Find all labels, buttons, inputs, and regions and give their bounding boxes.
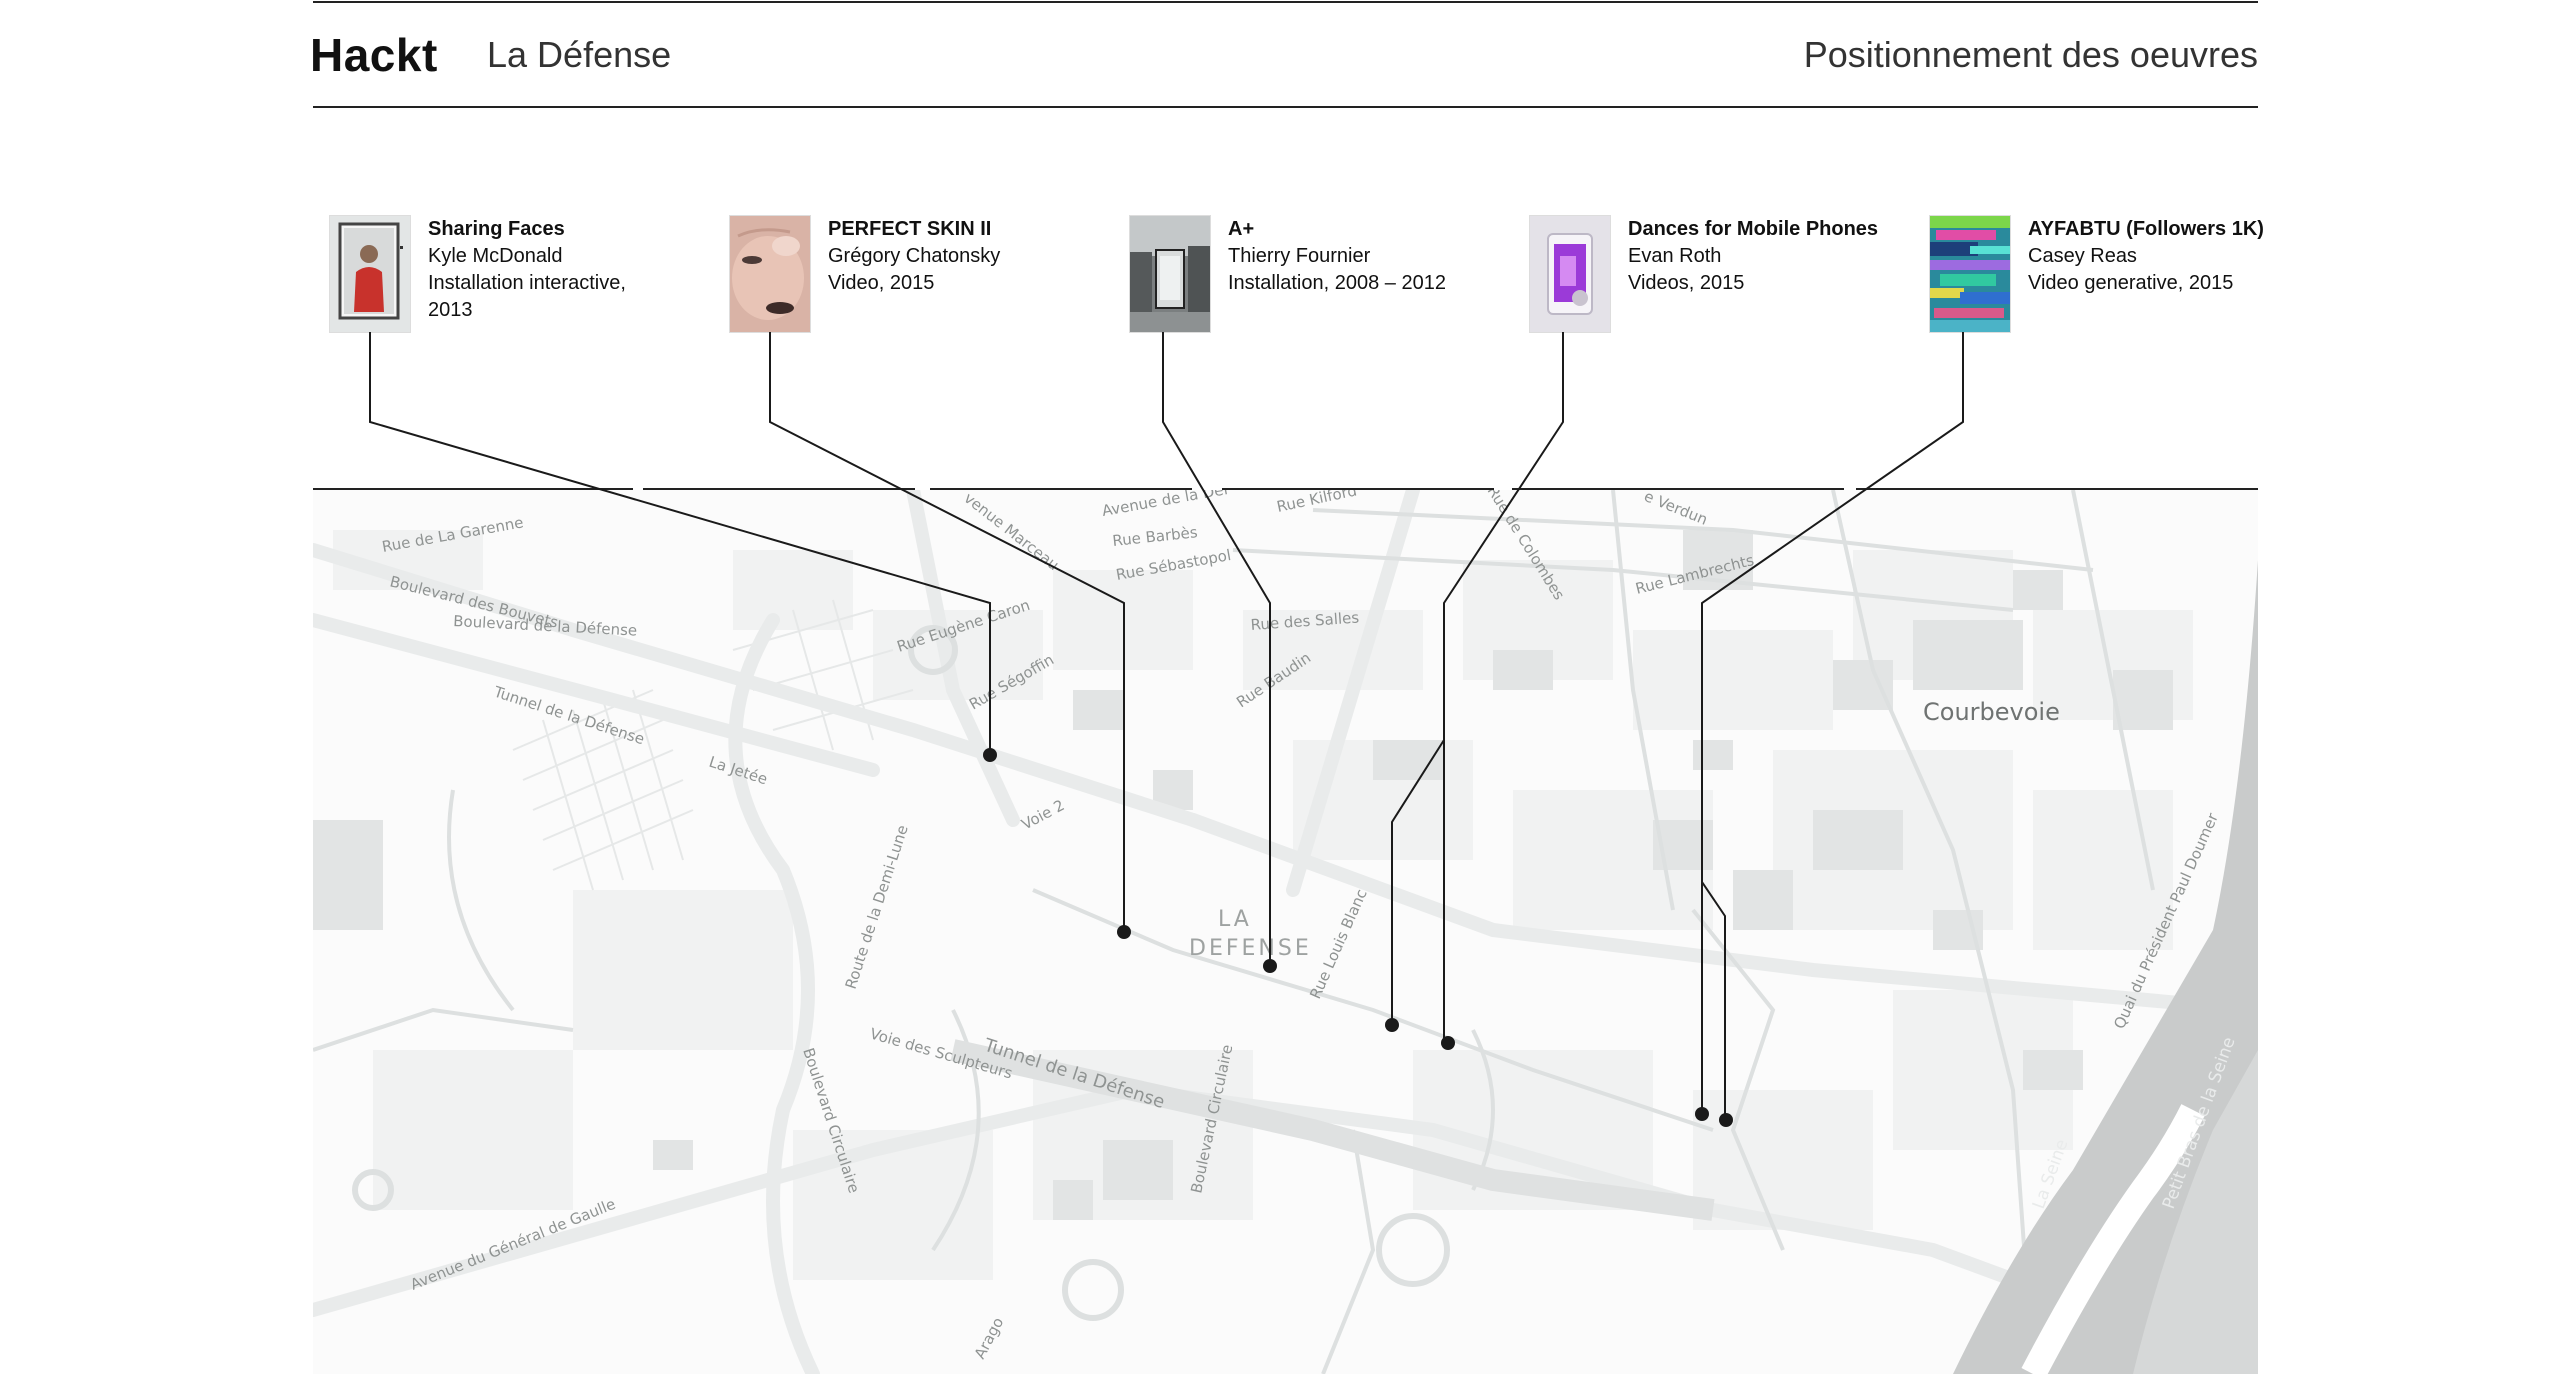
street-label: Boulevard de la Défense xyxy=(453,612,638,640)
artwork-title[interactable]: Sharing Faces xyxy=(428,216,728,243)
artwork-info: Sharing Faces Kyle McDonald Installation… xyxy=(428,216,728,324)
street-label: Arago xyxy=(971,1314,1008,1362)
map[interactable]: Rue de La Garenne Boulevard des Bouvets … xyxy=(313,490,2258,1374)
artwork-medium: Videos, 2015 xyxy=(1628,272,1745,294)
artwork-thumbnail[interactable] xyxy=(1930,216,2010,332)
artwork-medium: Video generative, 2015 xyxy=(2028,272,2234,294)
artwork-medium: Video, 2015 xyxy=(828,272,935,294)
artwork-thumbnail[interactable] xyxy=(1130,216,1210,332)
map-canvas[interactable]: Rue de La Garenne Boulevard des Bouvets … xyxy=(313,490,2258,1374)
artwork-info: A+ Thierry Fournier Installation, 2008 –… xyxy=(1228,216,1528,297)
artwork-medium: Installation, 2008 – 2012 xyxy=(1228,272,1446,294)
street-label: venue Marceau xyxy=(961,490,1063,574)
location-title: La Défense xyxy=(487,34,672,75)
street-label: Avenue de la Déf xyxy=(1101,490,1231,520)
artwork-info: PERFECT SKIN II Grégory Chatonsky Video,… xyxy=(828,216,1128,297)
street-label: Route de la Demi-Lune xyxy=(842,823,912,991)
district-label: DEFENSE xyxy=(1189,936,1312,961)
brand-logo[interactable]: Hackt xyxy=(310,28,438,82)
artwork-title[interactable]: Dances for Mobile Phones xyxy=(1628,216,1928,243)
district-label: LA xyxy=(1218,907,1252,932)
header-divider xyxy=(313,106,2258,108)
section-title: Positionnement des oeuvres xyxy=(1803,34,2258,75)
artwork-card-sharing-faces[interactable]: Sharing Faces Kyle McDonald Installation… xyxy=(330,216,710,336)
artwork-info: AYFABTU (Followers 1K) Casey Reas Video … xyxy=(2028,216,2328,297)
street-label: Rue Barbès xyxy=(1112,523,1199,550)
city-label: Courbevoie xyxy=(1923,698,2060,726)
street-label: Voie 2 xyxy=(1018,796,1067,833)
page: Hackt La Défense Positionnement des oeuv… xyxy=(0,0,2560,1374)
artwork-card-a-plus[interactable]: A+ Thierry Fournier Installation, 2008 –… xyxy=(1130,216,1510,336)
street-label: Rue Louis Blanc xyxy=(1306,886,1371,1001)
artwork-title[interactable]: A+ xyxy=(1228,216,1528,243)
artwork-artist: Grégory Chatonsky xyxy=(828,245,1001,267)
artwork-artist: Casey Reas xyxy=(2028,245,2137,267)
artwork-year: 2013 xyxy=(428,299,473,321)
artwork-card-dances-mobile[interactable]: Dances for Mobile Phones Evan Roth Video… xyxy=(1530,216,1910,336)
artwork-thumbnail[interactable] xyxy=(1530,216,1610,332)
artwork-info: Dances for Mobile Phones Evan Roth Video… xyxy=(1628,216,1928,297)
artwork-medium: Installation interactive, xyxy=(428,272,626,294)
artwork-card-ayfabtu[interactable]: AYFABTU (Followers 1K) Casey Reas Video … xyxy=(1930,216,2310,336)
artwork-artist: Evan Roth xyxy=(1628,245,1722,267)
artwork-artist: Kyle McDonald xyxy=(428,245,563,267)
artwork-artist: Thierry Fournier xyxy=(1228,245,1371,267)
artwork-thumbnail[interactable] xyxy=(730,216,810,332)
artwork-title[interactable]: AYFABTU (Followers 1K) xyxy=(2028,216,2328,243)
artwork-title[interactable]: PERFECT SKIN II xyxy=(828,216,1128,243)
top-divider xyxy=(313,1,2258,3)
street-label: e Verdun xyxy=(1642,490,1711,529)
artwork-card-perfect-skin[interactable]: PERFECT SKIN II Grégory Chatonsky Video,… xyxy=(730,216,1110,336)
artwork-thumbnail[interactable] xyxy=(330,216,410,332)
